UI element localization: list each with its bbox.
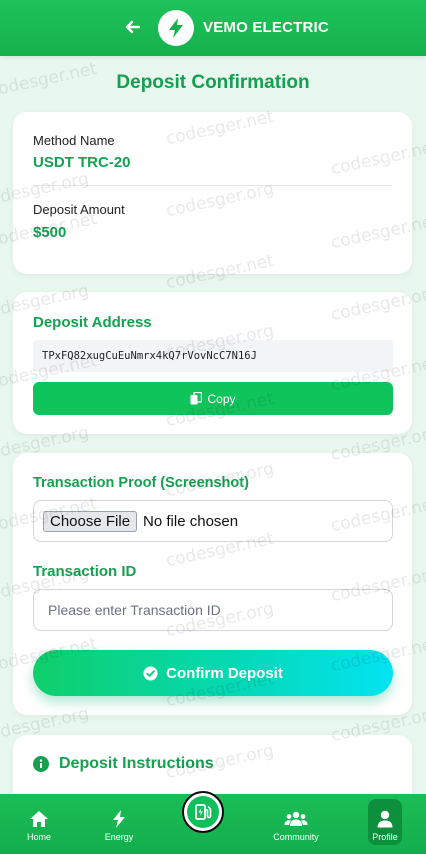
- check-circle-icon: [143, 665, 158, 681]
- nav-home-label: Home: [26, 831, 51, 842]
- arrow-left-icon: [125, 20, 141, 34]
- proof-file-input[interactable]: Choose File No file chosen: [33, 500, 393, 542]
- app-logo: [158, 10, 194, 46]
- confirm-deposit-button[interactable]: Confirm Deposit: [33, 650, 393, 696]
- nav-charging-button[interactable]: [182, 791, 224, 833]
- deposit-address-card: Deposit Address TPxFQ82xugCuEuNmrx4kQ7rV…: [13, 292, 412, 434]
- back-button[interactable]: [122, 16, 144, 38]
- user-icon: [377, 810, 393, 827]
- txid-label: Transaction ID: [33, 563, 137, 580]
- confirm-label: Confirm Deposit: [166, 664, 283, 682]
- deposit-address-title: Deposit Address: [33, 314, 152, 331]
- nav-energy-label: Energy: [104, 831, 134, 842]
- users-icon: [284, 811, 308, 826]
- copy-label: Copy: [207, 391, 236, 406]
- instructions-header: Deposit Instructions: [33, 755, 214, 773]
- app-title: VEMO ELECTRIC: [203, 19, 329, 36]
- app-header: VEMO ELECTRIC: [0, 0, 426, 56]
- txid-input[interactable]: [33, 589, 393, 631]
- nav-profile[interactable]: Profile: [355, 794, 415, 854]
- choose-file-button[interactable]: Choose File: [43, 510, 138, 532]
- instructions-title: Deposit Instructions: [59, 755, 214, 772]
- method-label: Method Name: [33, 133, 115, 148]
- bolt-icon: [169, 18, 183, 38]
- nav-profile-label: Profile: [372, 831, 398, 842]
- copy-button[interactable]: Copy: [33, 382, 393, 415]
- deposit-summary-card: Method Name USDT TRC-20 Deposit Amount $…: [13, 112, 412, 274]
- deposit-address-value[interactable]: TPxFQ82xugCuEuNmrx4kQ7rVovNcC7N16J: [33, 340, 393, 372]
- copy-icon: [190, 392, 203, 405]
- nav-energy[interactable]: Energy: [89, 794, 149, 854]
- proof-label: Transaction Proof (Screenshot): [33, 475, 249, 491]
- home-icon: [30, 810, 48, 827]
- nav-community-label: Community: [273, 831, 319, 842]
- nav-home[interactable]: Home: [9, 794, 69, 854]
- info-circle-icon: [33, 756, 49, 772]
- nav-community[interactable]: Community: [266, 794, 326, 854]
- divider: [33, 185, 392, 186]
- deposit-form-card: Transaction Proof (Screenshot) Choose Fi…: [13, 453, 412, 715]
- page-title: Deposit Confirmation: [116, 72, 310, 93]
- amount-label: Deposit Amount: [33, 202, 125, 217]
- amount-value: $500: [33, 224, 67, 241]
- no-file-text: No file chosen: [143, 512, 239, 530]
- method-value: USDT TRC-20: [33, 154, 131, 171]
- bolt-icon: [113, 809, 125, 828]
- charging-station-icon: [195, 804, 212, 820]
